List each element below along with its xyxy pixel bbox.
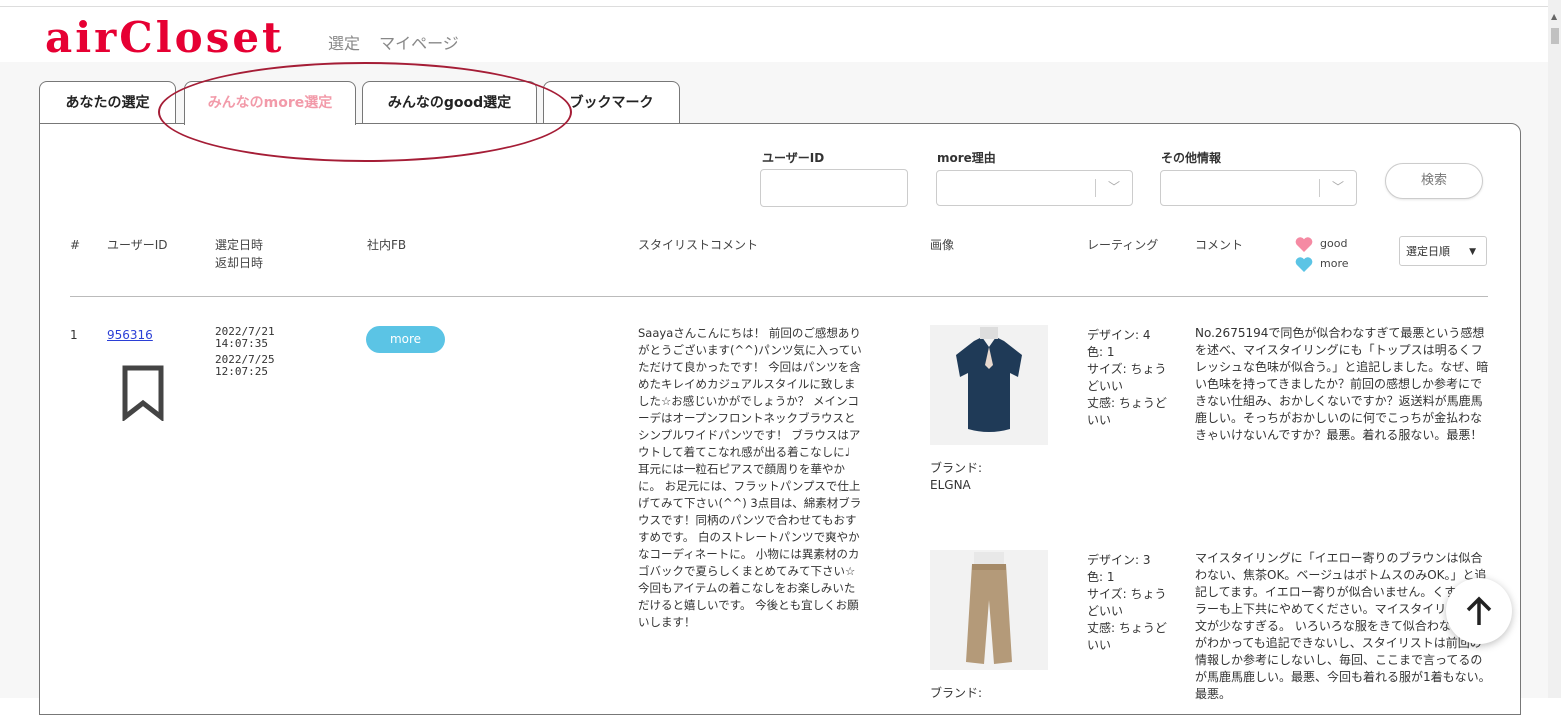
col-header-comment: コメント [1195,238,1244,252]
rating-design: デザイン: 4 [1087,328,1151,342]
col-header-stylist-comment: スタイリストコメント [638,238,759,252]
top-nav: 選定 マイページ [328,30,473,54]
rating-color: 色: 1 [1087,570,1115,584]
tab-bookmark[interactable]: ブックマーク [543,81,680,124]
col-header-internal-fb: 社内FB [367,238,407,252]
legend-good: good [1295,237,1348,252]
other-info-select[interactable]: ﹀ [1160,170,1357,206]
rating-size: サイズ: ちょうどいい [1087,587,1167,618]
tab-your-selection[interactable]: あなたの選定 [39,81,176,124]
brand-label: ブランド: [930,686,983,700]
other-info-filter-label: その他情報 [1161,151,1222,165]
user-comment: マイスタイリングに「イエロー寄りのブラウンは似合わない、焦茶OK。ベージュはボト… [1195,551,1491,701]
stylist-comment: Saayaさんこんにちは！ 前回のご感想ありがとうございます(^^)パンツ気に入… [638,326,862,629]
col-header-selected-at: 選定日時 [215,238,264,252]
rating-length: 丈感: ちょうどいい [1087,621,1167,652]
returned-at: 2022/7/25 12:07:25 [215,353,275,378]
col-header-rating: レーティング [1087,238,1159,252]
row-num: 1 [70,328,78,342]
arrow-up-icon [1466,596,1492,625]
more-reason-select[interactable]: ﹀ [936,170,1133,206]
rating-size: サイズ: ちょうどいい [1087,362,1167,393]
rating-design: デザイン: 3 [1087,553,1151,567]
col-header-user-id: ユーザーID [107,238,168,252]
legend-more-label: more [1320,257,1349,270]
item-image-pants[interactable] [930,550,1048,670]
scroll-up-arrow-icon[interactable]: ▲ [1551,12,1557,21]
user-comment: No.2675194で同色が似合わなすぎて最悪という感想を述べ、マイスタイリング… [1195,326,1489,442]
legend-more: more [1295,257,1349,272]
rating-color: 色: 1 [1087,345,1115,359]
blue-heart-icon [1295,257,1313,272]
col-header-returned-at: 返却日時 [215,256,264,270]
chevron-down-icon: ﹀ [1107,180,1120,194]
pink-heart-icon [1295,237,1313,252]
user-id-link[interactable]: 956316 [107,327,153,344]
tab-everyone-good[interactable]: みんなのgood選定 [362,81,537,124]
bookmark-icon[interactable] [122,365,164,425]
brand-name: ELGNA [930,478,971,492]
scroll-to-top-button[interactable] [1446,578,1512,644]
selected-at: 2022/7/21 14:07:35 [215,325,275,350]
window-top-bar [0,0,1561,7]
sort-select-value: 選定日順 [1406,245,1450,258]
nav-item-mypage[interactable]: マイページ [379,34,459,53]
col-header-dates: 選定日時 返却日時 [215,236,263,272]
user-id-input[interactable] [760,169,908,207]
app-logo[interactable]: airCloset [45,14,284,62]
tab-everyone-more[interactable]: みんなのmore選定 [184,81,356,125]
col-header-num: # [70,238,81,252]
more-reason-filter-label: more理由 [937,151,996,165]
caret-down-icon: ▼ [1469,247,1476,257]
search-button[interactable]: 検索 [1385,163,1483,199]
sort-select[interactable]: 選定日順 ▼ [1399,236,1487,266]
scrollbar-thumb[interactable] [1551,28,1559,44]
nav-item-selection[interactable]: 選定 [328,34,360,53]
vertical-scrollbar[interactable] [1548,0,1561,698]
item-rating: デザイン: 3 色: 1 サイズ: ちょうどいい 丈感: ちょうどいい [1087,552,1173,654]
user-id-filter-label: ユーザーID [762,151,825,165]
item-image-blouse[interactable] [930,325,1048,445]
chevron-down-icon: ﹀ [1331,180,1344,194]
brand-label: ブランド: [930,461,983,475]
legend-good-label: good [1320,237,1348,250]
item-rating: デザイン: 4 色: 1 サイズ: ちょうどいい 丈感: ちょうどいい [1087,327,1173,429]
rating-length: 丈感: ちょうどいい [1087,396,1167,427]
header-divider [70,296,1488,297]
more-badge[interactable]: more [366,326,445,353]
col-header-image: 画像 [930,238,955,252]
